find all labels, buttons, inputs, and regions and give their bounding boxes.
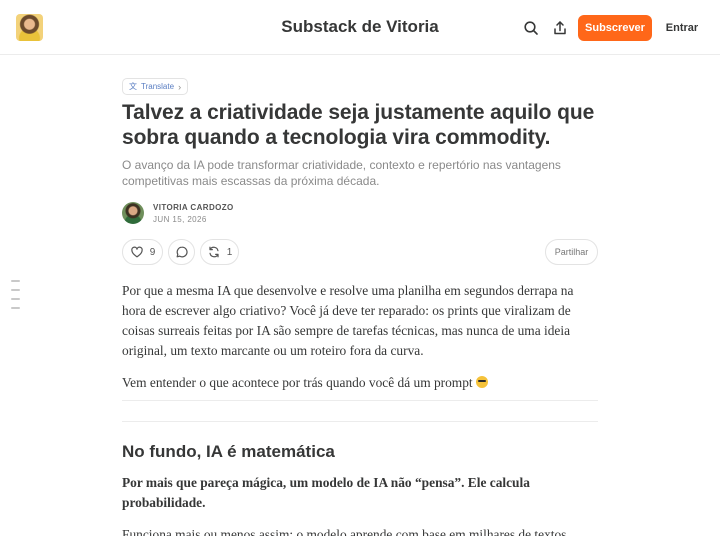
restack-icon [209, 246, 219, 258]
author-name[interactable]: VITORIA CARDOZO [153, 203, 234, 212]
restack-count: 1 [226, 246, 233, 258]
divider [122, 421, 598, 422]
author-avatar[interactable] [122, 202, 144, 224]
search-icon[interactable] [521, 18, 541, 38]
toc-item[interactable] [11, 289, 20, 291]
paragraph: Por mais que pareça mágica, um modelo de… [122, 475, 530, 510]
emoji-icon [476, 376, 488, 388]
top-bar: Substack de Vitoria Subscrever Entrar [0, 0, 720, 55]
byline: VITORIA CARDOZO JUN 15, 2026 [122, 201, 598, 225]
post: 文 Translate › Talvez a criatividade seja… [122, 76, 598, 405]
like-button[interactable]: 9 [122, 239, 163, 265]
paragraph: Vem entender o que acontece por trás qua… [122, 373, 598, 393]
subscribe-button[interactable]: Subscrever [578, 15, 652, 41]
post-date: JUN 15, 2026 [153, 214, 207, 224]
translate-button[interactable]: 文 Translate › [122, 78, 189, 95]
toc-item[interactable] [11, 307, 20, 309]
paragraph: Por que a mesma IA que desenvolve e reso… [122, 283, 574, 358]
divider [122, 400, 598, 401]
post-body-continued: Por mais que pareça mágica, um modelo de… [122, 473, 598, 536]
paragraph: Funciona mais ou menos assim: o modelo a… [122, 527, 567, 536]
post-title: Talvez a criatividade seja justamente aq… [122, 101, 595, 149]
chevron-right-icon: › [178, 81, 182, 92]
share-icon[interactable] [550, 18, 570, 38]
comment-button[interactable] [168, 239, 195, 265]
post-body: Por que a mesma IA que desenvolve e reso… [122, 281, 598, 393]
sign-in-button[interactable]: Entrar [660, 15, 704, 41]
section-heading: No fundo, IA é matemática [122, 442, 335, 461]
translate-label: Translate [141, 82, 175, 91]
restack-button[interactable]: 1 [200, 239, 239, 265]
toc-item[interactable] [11, 298, 20, 300]
like-count: 9 [149, 246, 156, 258]
post-subtitle: O avanço da IA pode transformar criativi… [122, 158, 561, 188]
comment-icon [176, 246, 188, 258]
post-actions: 9 1 Partilhar [122, 239, 598, 265]
toc-item[interactable] [11, 280, 20, 282]
share-post-button[interactable]: Partilhar [545, 239, 598, 265]
translate-icon: 文 [129, 82, 137, 91]
heart-icon [131, 246, 143, 258]
table-of-contents[interactable] [11, 280, 20, 316]
publication-avatar[interactable] [16, 14, 43, 41]
